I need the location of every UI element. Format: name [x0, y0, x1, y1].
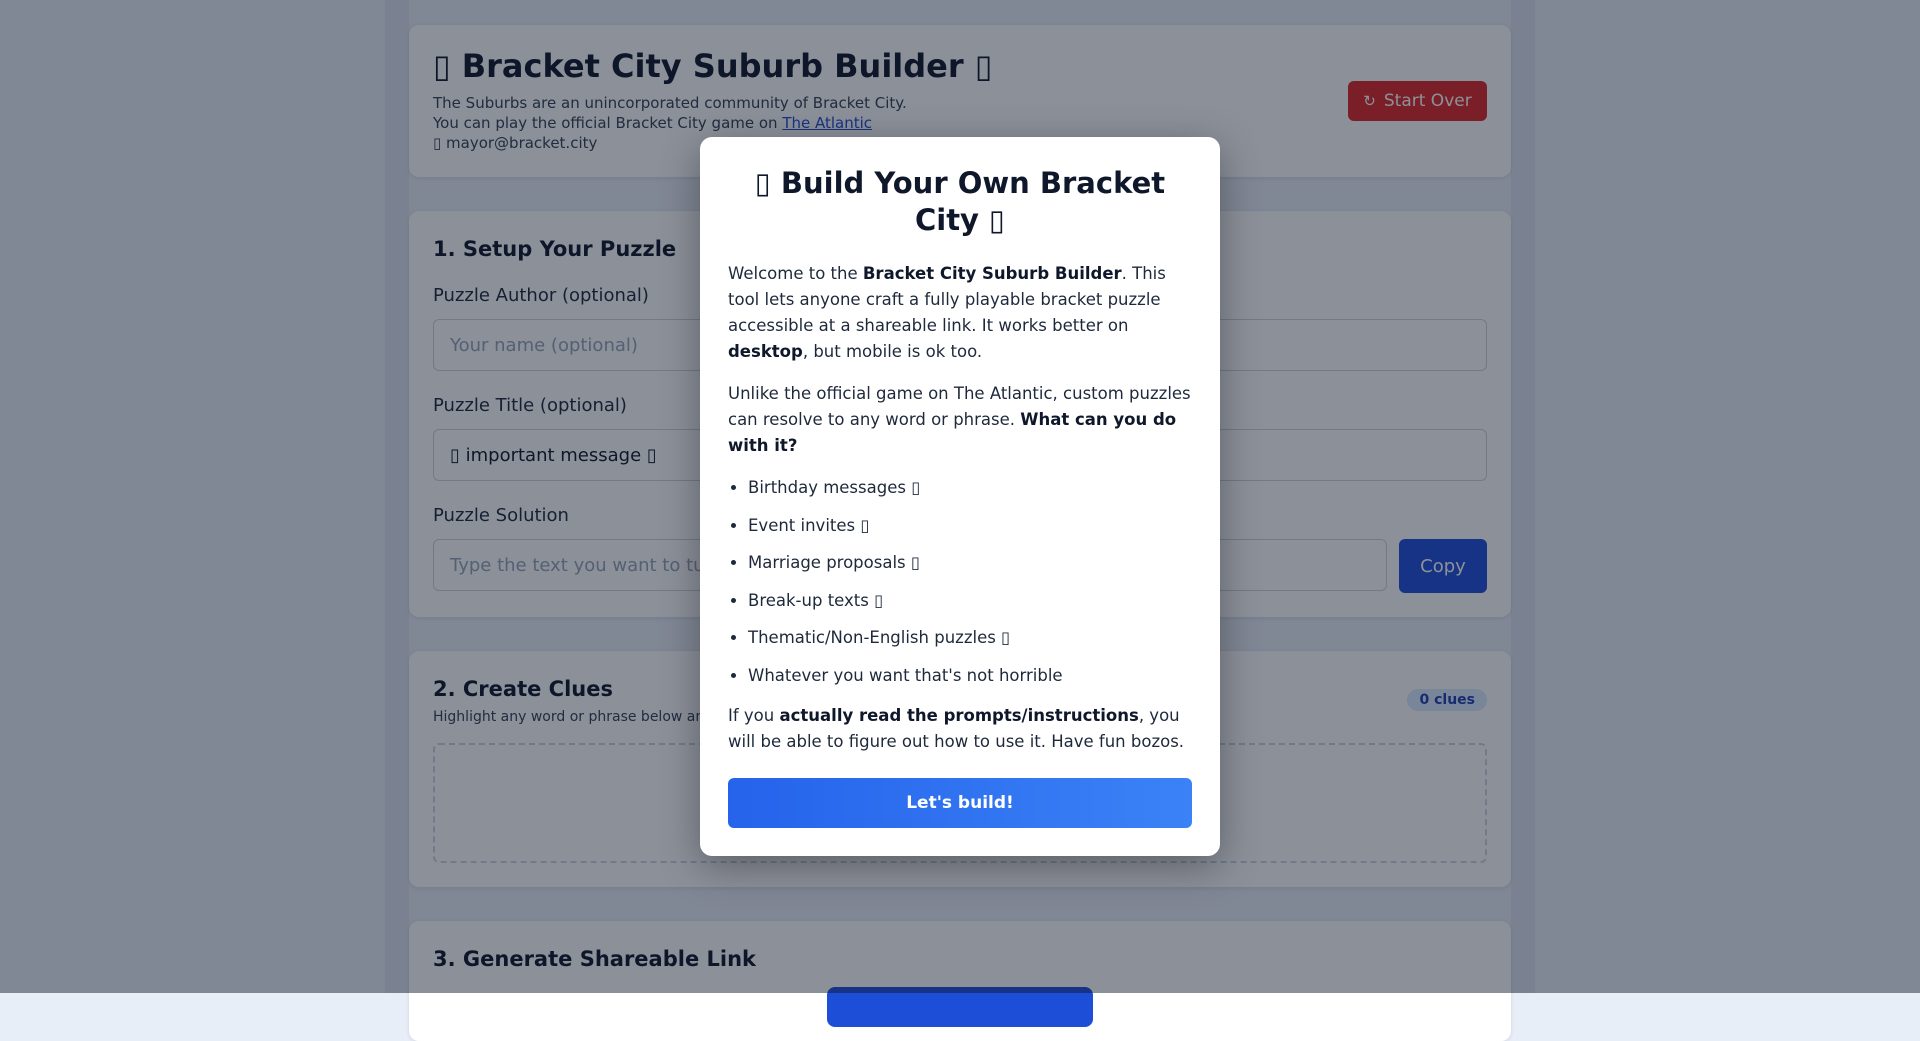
modal-unlike: Unlike the official game on The Atlantic… — [728, 381, 1192, 459]
intro-text-e: , but mobile is ok too. — [802, 342, 983, 361]
list-item: Whatever you want that's not horrible — [748, 663, 1192, 689]
list-item: Birthday messages ▯ — [748, 475, 1192, 501]
list-item: Event invites ▯ — [748, 513, 1192, 539]
list-item: Break-up texts ▯ — [748, 588, 1192, 614]
list-item: Thematic/Non-English puzzles ▯ — [748, 625, 1192, 651]
modal-title: ▯ Build Your Own Bracket City ▯ — [754, 166, 1166, 237]
instructions-text-a: If you — [728, 705, 780, 725]
modal-instructions: If you actually read the prompts/instruc… — [728, 703, 1192, 755]
generate-link-button[interactable] — [827, 987, 1093, 1027]
instructions-bold: actually read the prompts/instructions — [779, 705, 1139, 725]
intro-desktop: desktop — [728, 342, 803, 361]
modal-intro: Welcome to the Bracket City Suburb Build… — [728, 261, 1192, 365]
welcome-modal: ▯ Build Your Own Bracket City ▯ Welcome … — [700, 137, 1220, 856]
list-item: Marriage proposals ▯ — [748, 550, 1192, 576]
lets-build-button[interactable]: Let's build! — [728, 778, 1192, 828]
use-case-list: Birthday messages ▯ Event invites ▯ Marr… — [728, 475, 1192, 689]
intro-tool-name: Bracket City Suburb Builder — [862, 264, 1122, 283]
intro-text-a: Welcome to the — [728, 264, 863, 283]
